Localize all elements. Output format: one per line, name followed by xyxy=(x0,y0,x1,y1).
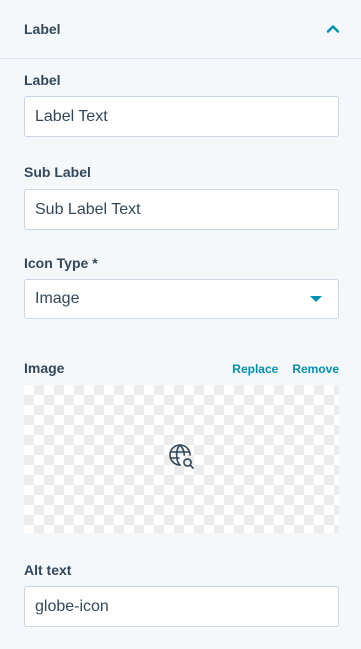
sub-label-input[interactable] xyxy=(24,189,339,230)
replace-image-link[interactable]: Replace xyxy=(232,362,278,376)
alt-text-field-label: Alt text xyxy=(24,562,72,578)
globe-search-icon xyxy=(168,443,196,476)
chevron-up-icon[interactable] xyxy=(325,21,341,37)
caret-down-icon xyxy=(310,296,322,302)
section-title: Label xyxy=(24,21,61,37)
icon-type-selected-value: Image xyxy=(35,290,80,307)
icon-type-field-label: Icon Type * xyxy=(24,255,98,271)
sub-label-field-label: Sub Label xyxy=(24,164,91,180)
icon-type-select[interactable]: Image xyxy=(24,279,339,319)
label-field-label: Label xyxy=(24,72,61,88)
image-actions: Replace Remove xyxy=(232,362,339,376)
alt-text-input[interactable] xyxy=(24,586,339,627)
remove-image-link[interactable]: Remove xyxy=(292,362,339,376)
image-field-label: Image xyxy=(24,360,65,376)
image-preview[interactable] xyxy=(24,385,339,533)
label-input[interactable] xyxy=(24,96,339,137)
label-section-header[interactable]: Label xyxy=(0,0,361,59)
label-settings-panel: Label Label Sub Label Icon Type * Image … xyxy=(0,0,361,649)
